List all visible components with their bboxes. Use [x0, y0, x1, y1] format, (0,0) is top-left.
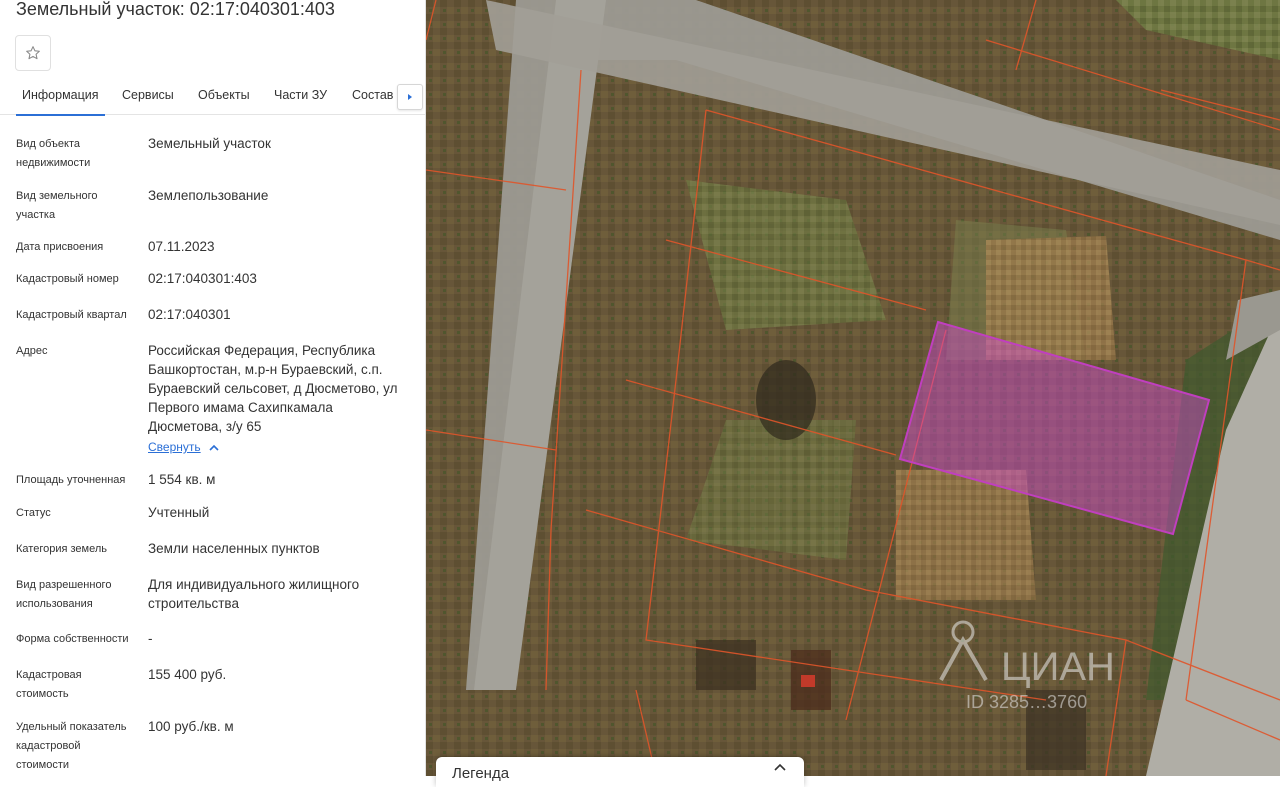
chevron-up-icon [209, 444, 219, 451]
satellite-image: ЦИАН ID 3285…3760 [426, 0, 1280, 776]
field-label: Статус [16, 507, 51, 519]
field-value: Земельный участок [148, 136, 271, 151]
watermark-id: ID 3285…3760 [966, 692, 1087, 712]
collapse-address-link[interactable]: Свернуть [148, 440, 219, 454]
field-label: Дата присвоения [16, 241, 104, 253]
info-panel: Земельный участок: 02:17:040301:403 Инфо… [0, 0, 426, 776]
tab-services[interactable]: Сервисы [122, 88, 174, 102]
field-label: Вид объекта недвижимости [16, 138, 91, 169]
star-icon [26, 46, 40, 60]
legend-title: Легенда [452, 765, 510, 782]
field-label: Кадастровая стоимость [16, 669, 82, 700]
field-value: 02:17:040301 [148, 307, 231, 322]
chevron-up-icon[interactable] [774, 763, 786, 771]
field-value: - [148, 631, 153, 646]
field-value: Учтенный [148, 505, 210, 520]
field-value: Для индивидуального жилищного строительс… [148, 577, 360, 611]
field-value: 07.11.2023 [148, 239, 215, 254]
field-label: Адрес [16, 345, 48, 357]
legend-panel[interactable]: Легенда [436, 757, 804, 787]
watermark-text: ЦИАН [1001, 645, 1115, 689]
field-label: Вид разрешенного использования [16, 579, 112, 610]
field-value: Российская Федерация, Республика Башкорт… [148, 343, 398, 434]
field-label: Категория земель [16, 543, 107, 555]
field-label: Вид земельного участка [16, 190, 98, 221]
cadastral-map[interactable]: ЦИАН ID 3285…3760 [426, 0, 1280, 776]
field-value: Землепользование [148, 188, 269, 203]
tab-composition[interactable]: Состав [352, 88, 393, 102]
chevron-right-icon [408, 94, 412, 100]
tab-parts[interactable]: Части ЗУ [274, 88, 327, 102]
tab-information[interactable]: Информация [16, 88, 105, 116]
field-value: 100 руб./кв. м [148, 719, 234, 734]
field-label: Удельный показатель кадастровой стоимост… [16, 721, 127, 771]
field-label: Площадь уточненная [16, 474, 126, 486]
field-value: 155 400 руб. [148, 667, 227, 682]
tab-bar: Информация Сервисы Объекты Части ЗУ Сост… [0, 80, 425, 116]
field-label: Кадастровый номер [16, 273, 119, 285]
field-value: 1 554 кв. м [148, 472, 216, 487]
collapse-link-label: Свернуть [148, 440, 201, 454]
tab-objects[interactable]: Объекты [198, 88, 250, 102]
field-label: Форма собственности [16, 633, 129, 645]
favorite-button[interactable] [15, 35, 51, 71]
field-label: Кадастровый квартал [16, 309, 127, 321]
tabs-scroll-right-button[interactable] [397, 84, 423, 110]
page-title: Земельный участок: 02:17:040301:403 [16, 0, 335, 19]
field-value: 02:17:040301:403 [148, 271, 257, 286]
field-value: Земли населенных пунктов [148, 541, 320, 556]
